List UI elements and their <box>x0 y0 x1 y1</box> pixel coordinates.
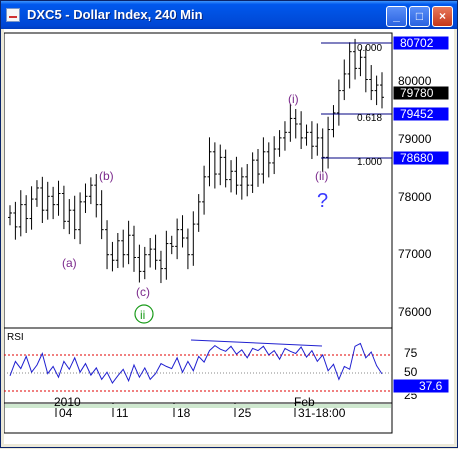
wave-label-ii-minor: (ii) <box>315 169 328 183</box>
chart-area[interactable]: 0.000 0.618 1.000 (a) (b) (c) ii (i) (ii… <box>3 29 454 444</box>
time-label-11: 11 <box>116 406 129 420</box>
rsi-y-axis: 75 50 25 <box>404 346 418 402</box>
wave-label-i: (i) <box>288 92 299 106</box>
time-label-18: 18 <box>177 406 191 420</box>
title-bar[interactable]: DXC5 - Dollar Index, 240 Min _ □ × <box>1 1 457 29</box>
chart-window: DXC5 - Dollar Index, 240 Min _ □ × 0.000… <box>0 0 458 448</box>
price-panel <box>3 32 393 329</box>
close-button[interactable]: × <box>432 6 453 27</box>
rsi-current-tag-text: 37.6 <box>419 379 443 393</box>
time-label-04: 04 <box>59 406 73 420</box>
y-tick-78000: 78000 <box>398 190 432 204</box>
rsi-tick-75: 75 <box>404 346 418 360</box>
price-tag-current-text: 79780 <box>400 86 434 100</box>
wave-label-c: (c) <box>136 285 150 299</box>
question-mark-label: ? <box>317 190 328 212</box>
wave-label-b: (b) <box>99 169 114 183</box>
time-label-31-1800: 31-18:00 <box>298 406 346 420</box>
rsi-tick-50: 50 <box>404 365 418 379</box>
fib-label-618: 0.618 <box>357 113 382 124</box>
time-label-25: 25 <box>238 406 252 420</box>
rsi-current-tag: 37.6 <box>392 378 450 394</box>
rsi-title: RSI <box>7 332 24 343</box>
maximize-button[interactable]: □ <box>409 6 430 27</box>
price-tag-high: 80702 <box>392 35 450 51</box>
chart-app-icon <box>6 8 20 22</box>
price-tag-618: 79452 <box>392 106 450 122</box>
chart-svg[interactable]: 0.000 0.618 1.000 (a) (b) (c) ii (i) (ii… <box>3 29 454 444</box>
y-tick-77000: 77000 <box>398 247 432 261</box>
wave-label-a: (a) <box>62 256 77 270</box>
window-title: DXC5 - Dollar Index, 240 Min <box>27 7 203 22</box>
y-tick-79000: 79000 <box>398 132 432 146</box>
price-tag-low-text: 78680 <box>400 151 434 165</box>
minimize-button[interactable]: _ <box>386 6 407 27</box>
price-tag-high-text: 80702 <box>400 36 434 50</box>
wave-label-ii: ii <box>140 308 145 322</box>
price-tag-current: 79780 <box>392 85 450 101</box>
price-tag-618-text: 79452 <box>400 107 434 121</box>
fib-label-1: 1.000 <box>357 157 382 168</box>
y-tick-76000: 76000 <box>398 305 432 319</box>
fib-label-0: 0.000 <box>357 43 382 54</box>
price-tag-low: 78680 <box>392 150 450 166</box>
